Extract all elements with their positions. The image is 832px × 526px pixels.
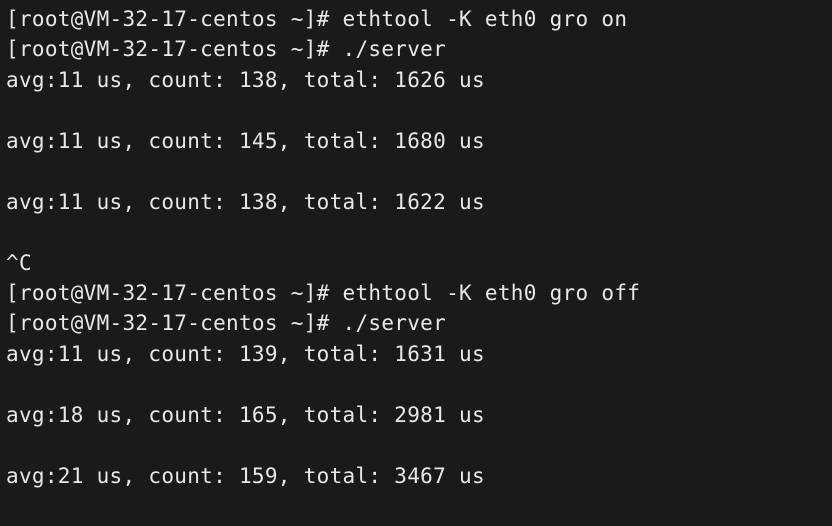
blank-line bbox=[6, 95, 826, 125]
prompt-line: [root@VM-32-17-centos ~]# ./server bbox=[6, 34, 826, 64]
interrupt-line: ^C bbox=[6, 248, 826, 278]
blank-line bbox=[6, 369, 826, 399]
output-line: avg:18 us, count: 165, total: 2981 us bbox=[6, 400, 826, 430]
blank-line bbox=[6, 156, 826, 186]
output-line: avg:11 us, count: 138, total: 1622 us bbox=[6, 187, 826, 217]
terminal-output[interactable]: [root@VM-32-17-centos ~]# ethtool -K eth… bbox=[6, 4, 826, 491]
output-line: avg:11 us, count: 138, total: 1626 us bbox=[6, 65, 826, 95]
prompt-line: [root@VM-32-17-centos ~]# ethtool -K eth… bbox=[6, 278, 826, 308]
output-line: avg:11 us, count: 139, total: 1631 us bbox=[6, 339, 826, 369]
blank-line bbox=[6, 430, 826, 460]
output-line: avg:11 us, count: 145, total: 1680 us bbox=[6, 126, 826, 156]
output-line: avg:21 us, count: 159, total: 3467 us bbox=[6, 461, 826, 491]
blank-line bbox=[6, 217, 826, 247]
prompt-line: [root@VM-32-17-centos ~]# ethtool -K eth… bbox=[6, 4, 826, 34]
prompt-line: [root@VM-32-17-centos ~]# ./server bbox=[6, 308, 826, 338]
